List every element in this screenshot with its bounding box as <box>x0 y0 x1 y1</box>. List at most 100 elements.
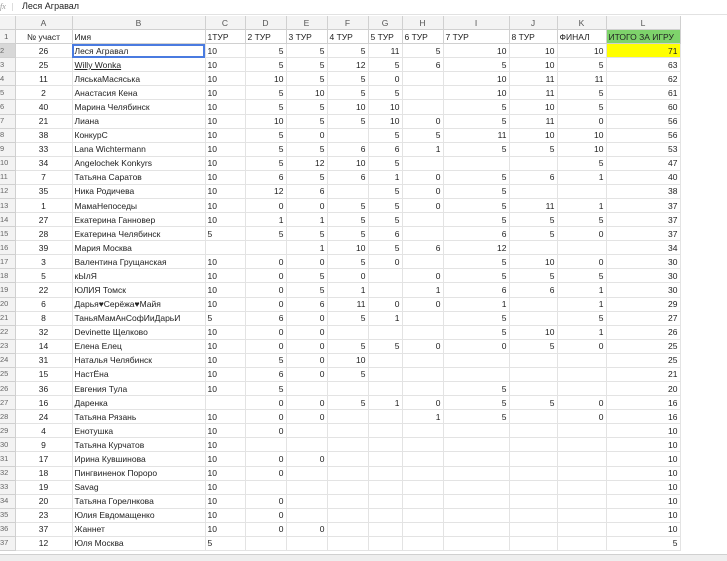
column-header-j[interactable]: J <box>509 16 558 31</box>
round-score-cell[interactable] <box>509 451 558 467</box>
round-score-cell[interactable]: 5 <box>368 212 403 228</box>
total-score-cell[interactable]: 10 <box>606 451 681 467</box>
participant-number-cell[interactable]: 17 <box>15 451 73 467</box>
round-score-cell[interactable]: 6 <box>327 142 369 157</box>
round-score-cell[interactable] <box>286 423 328 439</box>
round-score-cell[interactable]: 5 <box>245 128 287 143</box>
total-score-cell[interactable]: 37 <box>606 226 681 242</box>
participant-name-cell[interactable]: ЮЛИЯ Томск <box>72 282 206 298</box>
row-number[interactable]: 18 <box>0 268 16 284</box>
column-header-h[interactable]: H <box>402 16 444 31</box>
total-score-cell[interactable]: 10 <box>606 494 681 509</box>
round-score-cell[interactable] <box>402 451 444 467</box>
round-score-cell[interactable] <box>245 480 287 495</box>
round-score-cell[interactable]: 5 <box>205 536 246 551</box>
round-score-cell[interactable] <box>509 494 558 509</box>
row-number[interactable]: 6 <box>0 99 16 115</box>
round-score-cell[interactable]: 1 <box>368 311 403 326</box>
round-score-cell[interactable] <box>402 437 444 453</box>
column-header-l[interactable]: L <box>606 16 681 31</box>
round-score-cell[interactable]: 5 <box>205 311 246 326</box>
round-score-cell[interactable]: 0 <box>245 508 287 523</box>
header-cell[interactable]: 8 ТУР <box>509 29 558 45</box>
round-score-cell[interactable] <box>368 451 403 467</box>
round-score-cell[interactable]: 0 <box>245 325 287 340</box>
round-score-cell[interactable]: 5 <box>368 339 403 354</box>
round-score-cell[interactable]: 12 <box>327 57 369 73</box>
round-score-cell[interactable]: 0 <box>402 184 444 200</box>
round-score-cell[interactable]: 10 <box>557 128 607 143</box>
round-score-cell[interactable]: 10 <box>205 268 246 284</box>
round-score-cell[interactable] <box>443 353 510 368</box>
round-score-cell[interactable]: 6 <box>402 240 444 256</box>
round-score-cell[interactable]: 5 <box>286 114 328 129</box>
round-score-cell[interactable]: 5 <box>557 57 607 73</box>
row-number[interactable]: 17 <box>0 254 16 270</box>
total-score-cell[interactable]: 5 <box>606 536 681 551</box>
participant-name-cell[interactable]: Savag <box>72 480 206 495</box>
round-score-cell[interactable]: 10 <box>205 353 246 368</box>
round-score-cell[interactable]: 10 <box>509 254 558 270</box>
round-score-cell[interactable]: 6 <box>245 170 287 185</box>
total-score-cell[interactable]: 10 <box>606 423 681 439</box>
round-score-cell[interactable]: 0 <box>245 522 287 537</box>
header-cell[interactable]: Имя <box>72 29 206 45</box>
row-number[interactable]: 31 <box>0 451 16 467</box>
round-score-cell[interactable]: 11 <box>368 43 403 59</box>
round-score-cell[interactable]: 10 <box>443 43 510 59</box>
participant-name-cell[interactable]: Енотушка <box>72 423 206 439</box>
column-header-k[interactable]: K <box>557 16 607 31</box>
round-score-cell[interactable]: 5 <box>368 128 403 143</box>
round-score-cell[interactable] <box>368 353 403 368</box>
round-score-cell[interactable] <box>368 522 403 537</box>
round-score-cell[interactable] <box>368 494 403 509</box>
round-score-cell[interactable]: 0 <box>286 254 328 270</box>
round-score-cell[interactable]: 5 <box>402 43 444 59</box>
total-score-cell[interactable]: 63 <box>606 57 681 73</box>
round-score-cell[interactable]: 10 <box>368 114 403 129</box>
round-score-cell[interactable]: 5 <box>443 57 510 73</box>
participant-number-cell[interactable]: 31 <box>15 353 73 368</box>
header-cell[interactable]: 1ТУР <box>205 29 246 45</box>
round-score-cell[interactable]: 10 <box>205 494 246 509</box>
participant-name-cell[interactable]: НастЁна <box>72 367 206 383</box>
round-score-cell[interactable] <box>368 423 403 439</box>
total-score-cell[interactable]: 37 <box>606 212 681 228</box>
round-score-cell[interactable] <box>443 423 510 439</box>
round-score-cell[interactable]: 0 <box>402 114 444 129</box>
round-score-cell[interactable]: 10 <box>443 85 510 101</box>
participant-number-cell[interactable]: 39 <box>15 240 73 256</box>
round-score-cell[interactable]: 5 <box>286 71 328 87</box>
round-score-cell[interactable] <box>402 311 444 326</box>
participant-name-cell[interactable]: кЫлЯ <box>72 268 206 284</box>
participant-name-cell[interactable]: ТаньяМамАнСофИиДарьИ <box>72 311 206 326</box>
round-score-cell[interactable] <box>557 381 607 397</box>
row-number[interactable]: 25 <box>0 367 16 383</box>
round-score-cell[interactable] <box>368 466 403 481</box>
participant-name-cell[interactable]: Наталья Челябинск <box>72 353 206 368</box>
total-score-cell[interactable]: 47 <box>606 156 681 171</box>
round-score-cell[interactable]: 0 <box>245 409 287 425</box>
round-score-cell[interactable] <box>368 437 403 453</box>
round-score-cell[interactable]: 5 <box>286 282 328 298</box>
round-score-cell[interactable]: 6 <box>327 170 369 185</box>
column-header-i[interactable]: I <box>443 16 510 31</box>
round-score-cell[interactable]: 11 <box>557 71 607 87</box>
round-score-cell[interactable]: 5 <box>368 156 403 171</box>
participant-number-cell[interactable]: 2 <box>15 85 73 101</box>
participant-name-cell[interactable]: Жаннет <box>72 522 206 537</box>
round-score-cell[interactable] <box>402 212 444 228</box>
round-score-cell[interactable]: 0 <box>368 71 403 87</box>
round-score-cell[interactable]: 0 <box>557 395 607 411</box>
participant-number-cell[interactable]: 21 <box>15 114 73 129</box>
participant-number-cell[interactable]: 27 <box>15 212 73 228</box>
round-score-cell[interactable]: 10 <box>205 522 246 537</box>
round-score-cell[interactable]: 1 <box>327 282 369 298</box>
row-number[interactable]: 22 <box>0 325 16 340</box>
round-score-cell[interactable]: 10 <box>205 325 246 340</box>
total-score-cell[interactable]: 37 <box>606 198 681 214</box>
round-score-cell[interactable] <box>286 494 328 509</box>
round-score-cell[interactable]: 0 <box>286 409 328 425</box>
round-score-cell[interactable]: 5 <box>327 43 369 59</box>
round-score-cell[interactable]: 5 <box>443 381 510 397</box>
